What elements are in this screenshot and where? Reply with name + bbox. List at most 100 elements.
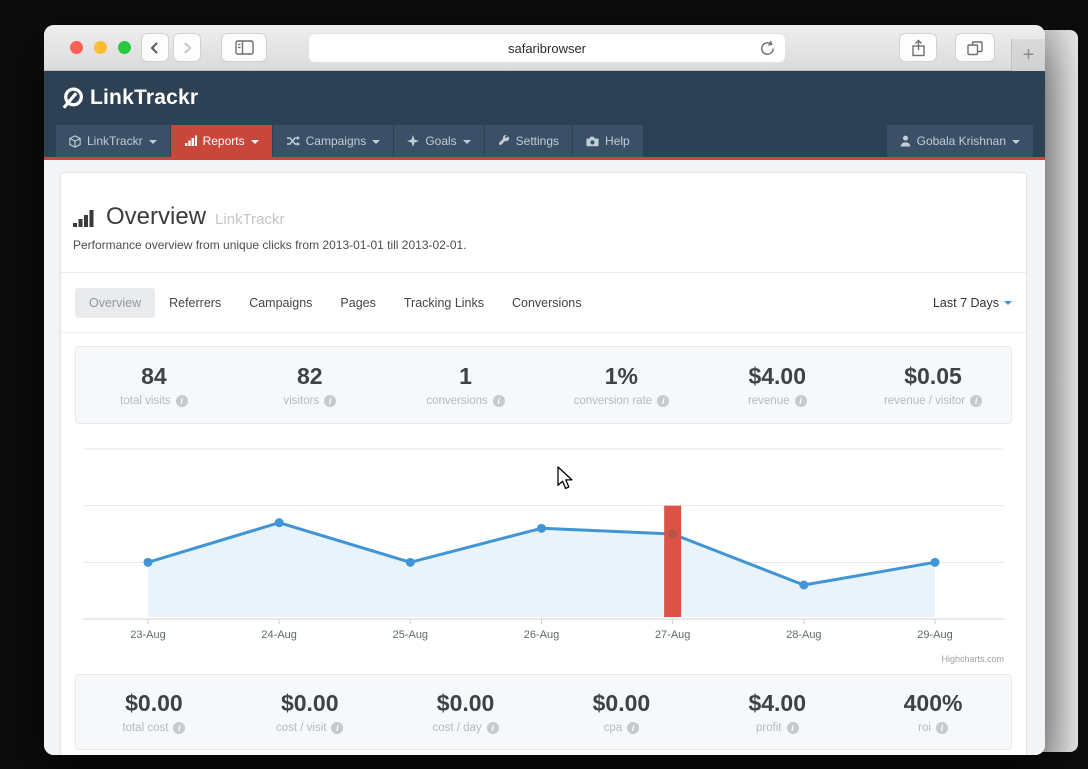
data-point-28-Aug[interactable]: [799, 580, 809, 590]
stat-label-text: profit: [755, 722, 782, 734]
stats-panel-bottom: $0.00 total cost i $0.00 cost / visit i $0.00 c…: [75, 674, 1012, 750]
page-title-suffix: LinkTrackr: [215, 211, 285, 228]
info-icon[interactable]: i: [324, 395, 337, 407]
info-icon[interactable]: i: [173, 722, 186, 734]
data-point-26-Aug[interactable]: [537, 523, 546, 533]
stat-label: cpa i: [604, 722, 640, 734]
bar-chart-icon: [184, 135, 197, 146]
nav-label: Goals: [425, 134, 457, 148]
stat-value: $0.05: [904, 363, 962, 389]
cube-icon: [69, 134, 81, 148]
info-icon[interactable]: i: [657, 395, 670, 407]
app-nav-bar: LinkTrackr Reports Campaigns Goals Setti…: [44, 125, 1045, 157]
tab-pages[interactable]: Pages: [326, 288, 389, 318]
tab-referrers[interactable]: Referrers: [155, 288, 235, 318]
stat-top-revenue: $4.00 revenue i: [699, 347, 855, 423]
stat-label: roi i: [918, 722, 948, 734]
info-icon[interactable]: i: [492, 395, 505, 407]
nav-item-campaigns[interactable]: Campaigns: [272, 125, 394, 157]
close-window-button[interactable]: [70, 41, 83, 54]
forward-button[interactable]: [173, 33, 201, 62]
nav-item-goals[interactable]: Goals: [394, 125, 484, 157]
refresh-icon: [761, 40, 774, 55]
info-icon[interactable]: i: [970, 395, 983, 407]
stat-label-text: conversions: [426, 395, 488, 407]
app-header: LinkTrackr: [44, 71, 1045, 125]
data-point-25-Aug[interactable]: [405, 557, 415, 567]
stats-panel-top: 84 total visits i 82 visitors i 1 conversions i 1…: [75, 346, 1012, 424]
data-point-23-Aug[interactable]: [143, 557, 153, 567]
stat-value: $4.00: [748, 363, 806, 389]
info-icon[interactable]: i: [175, 395, 188, 407]
info-icon[interactable]: i: [486, 722, 499, 734]
tab-tracking-links[interactable]: Tracking Links: [390, 288, 498, 318]
caret-down-icon: [462, 139, 471, 144]
report-tabs: Overview Referrers Campaigns Pages Track…: [61, 273, 1026, 333]
x-axis-label: 23-Aug: [130, 629, 165, 641]
linktrackr-logo[interactable]: LinkTrackr: [60, 85, 198, 111]
highcharts-credit[interactable]: Highcharts.com: [941, 654, 1004, 664]
area-fill: [148, 522, 935, 617]
stat-value: $0.00: [280, 690, 339, 716]
caret-down-icon: [148, 139, 157, 144]
traffic-lights: [70, 41, 131, 54]
nav-item-reports[interactable]: Reports: [170, 125, 272, 157]
report-bars-icon: [73, 210, 94, 227]
stat-label-text: cost / visit: [276, 722, 327, 734]
date-range-selector[interactable]: Last 7 Days: [933, 296, 1012, 310]
x-axis-label: 24-Aug: [261, 629, 296, 641]
tab-conversions[interactable]: Conversions: [498, 288, 595, 318]
data-point-29-Aug[interactable]: [930, 557, 940, 567]
page-title-block: Overview LinkTrackr Performance overview…: [61, 173, 1026, 273]
user-menu[interactable]: Gobala Krishnan: [886, 125, 1033, 157]
goal-icon: [407, 135, 420, 147]
stat-label-text: revenue: [747, 395, 790, 407]
info-icon[interactable]: i: [935, 722, 948, 734]
tab-campaigns[interactable]: Campaigns: [235, 288, 326, 318]
info-icon[interactable]: i: [786, 722, 799, 734]
stat-label-text: cost / day: [432, 722, 482, 734]
nav-label: LinkTrackr: [87, 134, 143, 148]
info-icon[interactable]: i: [331, 722, 344, 734]
page-subtitle: Performance overview from unique clicks …: [73, 238, 467, 252]
address-bar[interactable]: safaribrowser: [308, 33, 786, 63]
back-button[interactable]: [141, 33, 169, 62]
stat-label: cost / visit i: [276, 722, 344, 734]
stat-label: revenue / visitor i: [883, 395, 983, 407]
sidebar-toggle-button[interactable]: [221, 33, 267, 62]
nav-item-linktrackr[interactable]: LinkTrackr: [56, 125, 170, 157]
caret-down-icon: [372, 139, 381, 144]
visits-chart[interactable]: 23-Aug 24-Aug 25-Aug 26-Aug 27-Aug 28-Aug 29-A…: [75, 434, 1012, 666]
stat-label: cost / day i: [432, 722, 499, 734]
stat-label-text: total visits: [120, 395, 171, 407]
linktrackr-ring-icon: [62, 87, 83, 109]
content-card: Overview LinkTrackr Performance overview…: [60, 172, 1027, 755]
tab-overview[interactable]: Overview: [75, 287, 156, 318]
zoom-window-button[interactable]: [118, 41, 131, 54]
stat-label-text: revenue / visitor: [883, 395, 966, 407]
info-icon[interactable]: i: [794, 395, 807, 407]
share-button[interactable]: [899, 33, 937, 62]
page-background: Overview LinkTrackr Performance overview…: [44, 160, 1045, 755]
new-tab-button[interactable]: +: [1011, 39, 1045, 71]
minimize-window-button[interactable]: [94, 41, 107, 54]
shuffle-icon: [286, 136, 300, 146]
person-icon: [900, 135, 910, 147]
nav-item-settings[interactable]: Settings: [484, 125, 573, 157]
stat-value: $0.00: [592, 690, 651, 716]
show-tabs-button[interactable]: [955, 33, 995, 62]
nav-item-help[interactable]: Help: [573, 125, 643, 157]
data-point-27-Aug[interactable]: [668, 529, 678, 539]
x-axis-label: 26-Aug: [524, 629, 559, 641]
stat-top-total-visits: 84 total visits i: [76, 347, 232, 423]
highlight-bar[interactable]: [664, 505, 682, 617]
date-range-label: Last 7 Days: [932, 295, 999, 310]
desktop-background: safaribrowser + LinkTrackr LinkTrackr Re…: [0, 0, 1088, 769]
nav-label: Reports: [202, 134, 245, 148]
data-point-24-Aug[interactable]: [274, 518, 284, 528]
page-title: Overview: [106, 203, 207, 230]
refresh-button[interactable]: [759, 40, 776, 60]
info-icon[interactable]: i: [627, 722, 640, 734]
browser-titlebar: safaribrowser +: [44, 25, 1045, 71]
stat-bottom-total-cost: $0.00 total cost i: [76, 675, 232, 749]
